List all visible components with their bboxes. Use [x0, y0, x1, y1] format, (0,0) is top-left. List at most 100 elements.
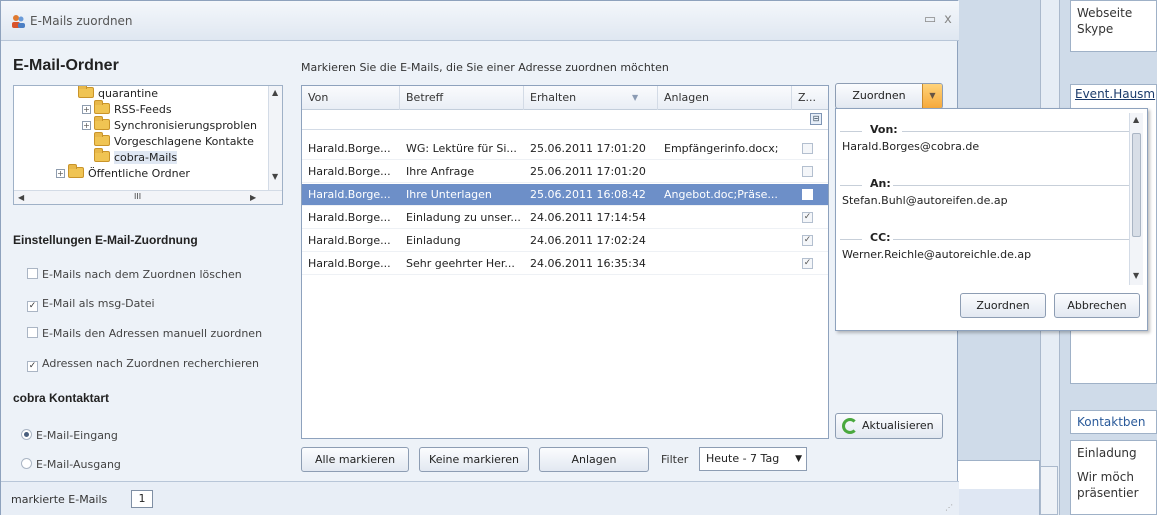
assign-button-label[interactable]: Zuordnen [836, 84, 922, 108]
folder-icon [94, 148, 110, 162]
checkbox[interactable]: ✓ [27, 361, 38, 372]
cell-erhalten: 24.06.2011 16:35:34 [530, 257, 646, 270]
section-value[interactable]: Stefan.Buhl@autoreifen.de.ap [840, 193, 1132, 209]
tree-item-label: Öffentliche Ordner [88, 167, 190, 180]
table-row-selected[interactable]: Harald.Borge... Ihre Unterlagen 25.06.20… [302, 184, 828, 206]
close-button[interactable]: x [939, 11, 957, 29]
table-row[interactable]: Harald.Borge... Ihre Anfrage 25.06.2011 … [302, 161, 828, 183]
email-grid[interactable]: Von Betreff Erhalten ▼ Anlagen Z... ⊟ Har… [301, 85, 829, 439]
cell-anlagen [658, 230, 664, 252]
mark-none-button[interactable]: Keine markieren [419, 447, 529, 472]
checkbox[interactable] [27, 327, 38, 338]
chevron-down-icon: ▼ [795, 454, 802, 464]
minimize-button[interactable]: ▭ [921, 11, 939, 29]
row-checkbox[interactable]: ✓ [802, 235, 813, 246]
background-webseite-label: Webseite [1077, 6, 1133, 20]
row-checkbox[interactable]: ✓ [802, 212, 813, 223]
folder-tree[interactable]: quarantine + RSS-Feeds + Synchronisierungs… [13, 85, 283, 205]
tree-vertical-scrollbar[interactable]: ▲ ▼ [268, 86, 282, 204]
address-list[interactable]: Von: Harald.Borges@cobra.de An: Stefan.B… [840, 113, 1132, 285]
expand-icon[interactable]: + [82, 105, 91, 114]
radio-button[interactable] [21, 429, 32, 440]
cell-erhalten: 24.06.2011 17:02:24 [530, 234, 646, 247]
status-bar: markierte E-Mails 1 ⋰ [1, 481, 959, 515]
expand-icon[interactable]: + [56, 169, 65, 178]
address-popup: Von: Harald.Borges@cobra.de An: Stefan.B… [835, 108, 1148, 331]
column-header-betreff[interactable]: Betreff [400, 86, 524, 110]
background-list-selected-row[interactable] [956, 489, 1039, 515]
folders-heading: E-Mail-Ordner [13, 57, 119, 74]
row-checkbox[interactable] [802, 143, 813, 154]
cell-von: Harald.Borge... [308, 165, 391, 178]
background-scrollbar[interactable] [1040, 466, 1058, 515]
assign-split-button[interactable]: Zuordnen ▼ [835, 83, 943, 109]
scroll-right-icon[interactable]: ▶ [250, 193, 256, 202]
column-header-erhalten[interactable]: Erhalten ▼ [524, 86, 658, 110]
refresh-button[interactable]: Aktualisieren [835, 413, 943, 439]
row-checkbox[interactable] [802, 166, 813, 177]
attachments-button[interactable]: Anlagen [539, 447, 649, 472]
scroll-thumb[interactable] [1132, 133, 1141, 237]
tree-item[interactable]: quarantine [78, 86, 158, 102]
background-contact-panel: Webseite Skype [1070, 0, 1157, 52]
row-checkbox[interactable] [802, 189, 813, 200]
section-label: CC: [868, 231, 893, 244]
filter-select[interactable]: Heute - 7 Tag ▼ [699, 447, 807, 471]
radio-button[interactable] [21, 458, 32, 469]
background-skype-label: Skype [1077, 22, 1114, 36]
window-title: E-Mails zuordnen [30, 14, 133, 28]
table-row[interactable]: Harald.Borge... Einladung 24.06.2011 17:… [302, 230, 828, 252]
title-bar[interactable]: E-Mails zuordnen ▭ x [1, 1, 959, 41]
cell-anlagen [658, 161, 664, 183]
grid-header: Von Betreff Erhalten ▼ Anlagen Z... [302, 86, 828, 110]
option-research-addresses[interactable]: ✓ Adressen nach Zuordnen recherchieren [27, 357, 259, 372]
tree-item[interactable]: + Öffentliche Ordner [56, 164, 190, 182]
mark-all-button[interactable]: Alle markieren [301, 447, 409, 472]
checkbox[interactable]: ✓ [27, 301, 38, 312]
cell-von: Harald.Borge... [308, 188, 391, 201]
cell-betreff: Ihre Anfrage [406, 165, 475, 178]
background-list[interactable] [955, 460, 1040, 515]
table-row[interactable]: Harald.Borge... WG: Lektüre für Si... 25… [302, 138, 828, 160]
cell-von: Harald.Borge... [308, 234, 391, 247]
radio-mail-incoming[interactable]: E-Mail-Eingang [21, 429, 118, 442]
section-value[interactable]: Werner.Reichle@autoreichle.de.ap [840, 247, 1132, 263]
cell-von: Harald.Borge... [308, 142, 391, 155]
dropdown-arrow-icon[interactable]: ▼ [922, 84, 942, 108]
option-manual-assign[interactable]: E-Mails den Adressen manuell zuordnen [27, 327, 262, 340]
scroll-down-icon[interactable]: ▼ [272, 172, 278, 181]
table-row[interactable]: Harald.Borge... Sehr geehrter Her... 24.… [302, 253, 828, 275]
cell-anlagen: Angebot.doc;Präse... [664, 188, 778, 201]
column-header-zuordnen[interactable]: Z... [792, 86, 828, 110]
column-header-anlagen[interactable]: Anlagen [658, 86, 792, 110]
background-kontakt-tab[interactable]: Kontaktben [1070, 410, 1157, 434]
row-checkbox[interactable]: ✓ [802, 258, 813, 269]
popup-assign-button[interactable]: Zuordnen [960, 293, 1046, 318]
scroll-thumb-grip[interactable]: III [134, 192, 141, 201]
scroll-down-icon[interactable]: ▼ [1133, 271, 1139, 280]
scroll-up-icon[interactable]: ▲ [272, 88, 278, 97]
expand-icon[interactable]: + [82, 121, 91, 130]
filter-icon[interactable]: ⊟ [810, 113, 822, 125]
tree-horizontal-scrollbar[interactable]: ◀ III ▶ [14, 190, 282, 204]
checkbox[interactable] [27, 268, 38, 279]
section-value[interactable]: Harald.Borges@cobra.de [840, 139, 1132, 155]
grid-filter-row[interactable]: ⊟ [302, 110, 828, 130]
scroll-left-icon[interactable]: ◀ [18, 193, 24, 202]
resize-grip-icon[interactable]: ⋰ [945, 503, 953, 512]
cell-erhalten: 24.06.2011 17:14:54 [530, 211, 646, 224]
tree-item-selected[interactable]: cobra-Mails [94, 148, 178, 166]
option-msg-file[interactable]: ✓ E-Mail als msg-Datei [27, 297, 155, 312]
popup-scrollbar[interactable]: ▲ ▼ [1129, 113, 1143, 285]
scroll-up-icon[interactable]: ▲ [1133, 115, 1139, 124]
tree-item[interactable]: + Synchronisierungsproblen [82, 116, 257, 134]
radio-mail-outgoing[interactable]: E-Mail-Ausgang [21, 458, 121, 471]
left-pane: E-Mail-Ordner quarantine + RSS-Feeds + Syn… [1, 41, 291, 481]
popup-cancel-button[interactable]: Abbrechen [1054, 293, 1140, 318]
option-delete-after-assign[interactable]: E-Mails nach dem Zuordnen löschen [27, 268, 242, 281]
filter-select-value: Heute - 7 Tag [706, 452, 780, 465]
tree-item[interactable]: Vorgeschlagene Kontakte [94, 132, 254, 150]
folder-icon [94, 132, 110, 146]
column-header-von[interactable]: Von [302, 86, 400, 110]
table-row[interactable]: Harald.Borge... Einladung zu unser... 24… [302, 207, 828, 229]
